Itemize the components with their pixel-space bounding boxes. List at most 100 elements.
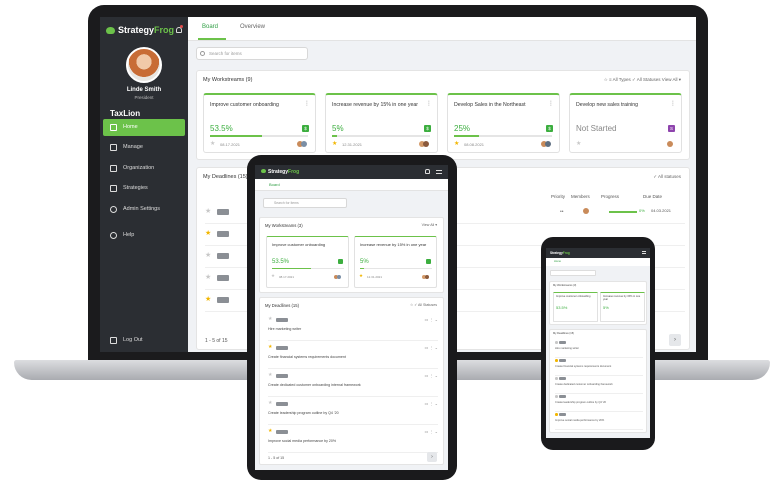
logo-text-frog: Frog [154,25,175,35]
deadline-title: Improve social media performance by 20% [555,419,605,422]
member-avatars[interactable] [541,141,551,147]
deadlines-filter[interactable]: ✓ All statuses [653,174,681,180]
phone-screen: StrategyFrog Home My Workstreams (3) Imp… [546,248,650,438]
member-avatars[interactable] [297,141,307,147]
list-item[interactable]: Create dedicated customer onboarding fra… [555,376,643,394]
star-icon[interactable]: ★ [205,230,211,237]
workstream-card[interactable]: Improve customer onboarding 53.5% ★ 08.1… [266,236,349,288]
member-avatars[interactable] [663,141,673,147]
sidebar-item-strategies[interactable]: Strategies [103,180,185,197]
item-actions[interactable]: ▭ ⋮ ⌄ [425,317,438,322]
star-icon[interactable]: ★ [205,296,211,303]
star-icon[interactable]: ★ [268,429,272,434]
workstreams-filters[interactable]: ☆ ≡ All Types ✓ All Statuses View All ▾ [604,77,681,83]
list-item[interactable]: Create leadership program outline by Q4 … [555,394,643,412]
workstream-title: Develop Sales in the Northeast [454,102,526,108]
item-actions[interactable]: ▭ ⋮ ⌄ [425,345,438,350]
workstream-percent: 5% [360,259,369,265]
tab-overview[interactable]: Overview [240,24,265,30]
sidebar-item-help[interactable]: Help [103,227,185,244]
deadline-tag [276,402,288,406]
more-icon[interactable]: ⋮ [426,101,432,107]
member-avatars[interactable] [334,275,342,279]
tablet-tab-board[interactable]: Board [255,179,448,191]
deadline-tag [217,209,229,215]
list-item[interactable]: ★ ▭ ⋮ ⌄ Create leadership program outline … [268,399,438,425]
star-icon[interactable]: ★ [359,273,363,279]
logo-text-frog: Frog [562,251,570,255]
sidebar-item-logout[interactable]: Log Out [103,332,185,349]
avatar[interactable] [126,47,162,83]
deadlines-filter[interactable]: ☆ ✓ All Statuses [410,303,437,307]
workstream-card[interactable]: Increase revenue by 15% in one year ⋮ 5%… [325,93,438,153]
workstream-card[interactable]: Develop new sales training ⋮ Not Started… [569,93,682,153]
star-icon[interactable]: ★ [268,345,272,350]
star-icon[interactable]: ★ [268,317,272,322]
sidebar-item-manage[interactable]: Manage [103,139,185,156]
search-input[interactable]: Search for items [263,198,347,208]
list-item[interactable]: ★ ▭ ⋮ ⌄ Hire marketing writer [268,315,438,341]
search-input[interactable]: Search for items [196,47,308,60]
workstream-percent: 53.5% [210,124,233,133]
sidebar-item-home[interactable]: Home [103,119,185,136]
member-avatars[interactable] [419,141,429,147]
item-actions[interactable]: ▭ ⋮ ⌄ [425,429,438,434]
column-header-priority[interactable]: Priority [551,194,565,199]
column-header-members[interactable]: Members [571,194,590,199]
list-item[interactable]: Improve social media performance by 20% [555,412,643,430]
star-icon[interactable]: ★ [205,252,211,259]
org-chart-icon [110,165,117,172]
app-logo[interactable]: StrategyFrog [261,169,299,175]
menu-icon[interactable] [436,170,442,174]
workstream-date: 08.08.2021 [464,142,485,147]
star-icon[interactable]: ★ [205,274,211,281]
list-item[interactable]: Create financial systems requirements do… [555,358,643,376]
view-all-dropdown[interactable]: View All ▾ [422,223,437,227]
star-icon[interactable]: ★ [205,208,211,215]
deadline-title: Create dedicated customer onboarding fra… [555,383,613,386]
member-avatars[interactable] [422,275,430,279]
menu-icon[interactable] [642,251,646,254]
item-actions[interactable]: ▭ ⋮ ⌄ [425,401,438,406]
next-page-button[interactable]: › [427,452,437,462]
workstream-card[interactable]: Improve customer onboarding ⋮ 53.5% $ ★ … [203,93,316,153]
workstream-percent: Not Started [576,124,617,133]
star-icon[interactable]: ★ [576,141,581,147]
column-header-progress[interactable]: Progress [601,194,619,199]
deadline-tag [559,359,566,362]
sidebar-item-organization[interactable]: Organization [103,160,185,177]
bell-icon[interactable] [425,169,430,174]
item-actions[interactable]: ▭ ⋮ ⌄ [425,373,438,378]
star-icon[interactable]: ★ [210,141,215,147]
star-icon[interactable]: ★ [454,141,459,147]
workstream-card[interactable]: Improve customer onboarding 53.5% [553,292,598,322]
sidebar-item-admin-settings[interactable]: Admin Settings [103,201,185,218]
star-icon[interactable]: ★ [271,273,275,279]
star-icon[interactable] [555,395,558,398]
star-icon[interactable]: ★ [268,401,272,406]
star-icon[interactable]: ★ [268,373,272,378]
workstream-card[interactable]: Increase revenue by 15% in one year 5% ★… [354,236,437,288]
search-input[interactable] [550,270,596,276]
more-icon[interactable]: ⋮ [304,101,310,107]
workstream-card[interactable]: Develop Sales in the Northeast ⋮ 25% $ ★… [447,93,560,153]
list-item[interactable]: ★ ▭ ⋮ ⌄ Create financial systems requireme… [268,343,438,369]
phone-tab-home[interactable]: Home [546,258,650,266]
next-page-button[interactable]: › [669,334,681,346]
member-avatar[interactable] [583,208,589,214]
tab-board[interactable]: Board [202,24,218,30]
list-item[interactable]: ★ ▭ ⋮ ⌄ Create dedicated customer onboardi… [268,371,438,397]
star-icon[interactable]: ★ [332,141,337,147]
more-icon[interactable]: ⋮ [548,101,554,107]
app-logo[interactable]: StrategyFrog [550,251,570,255]
workstream-card[interactable]: Increase revenue by 15% in one year 5% [600,292,645,322]
app-logo[interactable]: StrategyFrog [106,25,174,35]
star-icon[interactable] [555,341,558,344]
list-item[interactable]: Hire marketing writer [555,340,643,358]
list-item[interactable]: ★ ▭ ⋮ ⌄ Improve social media performance b… [268,427,438,453]
star-icon[interactable] [555,377,558,380]
star-icon[interactable] [555,413,558,416]
column-header-due-date[interactable]: Due Date [643,194,662,199]
star-icon[interactable] [555,359,558,362]
more-icon[interactable]: ⋮ [670,101,676,107]
